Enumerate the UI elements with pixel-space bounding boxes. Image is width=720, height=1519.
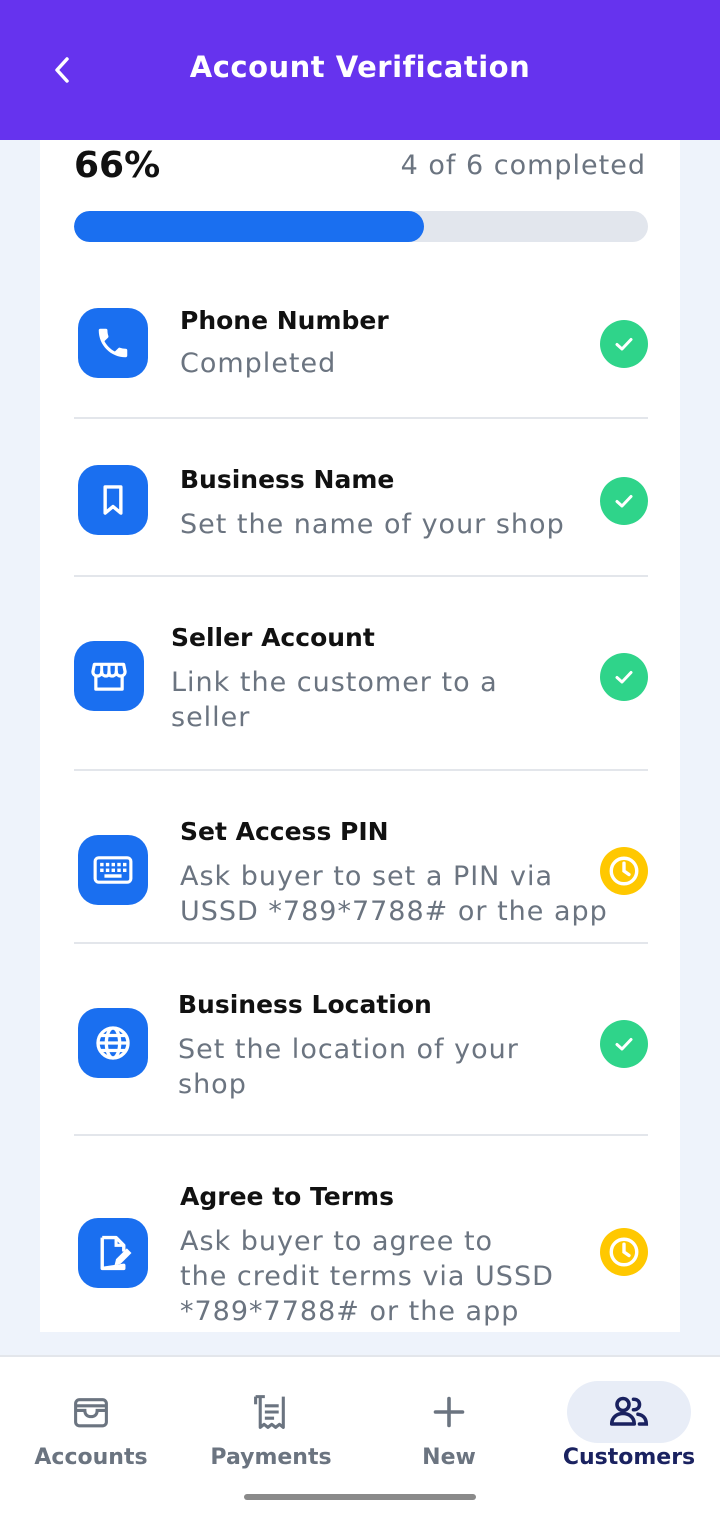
step-business-location[interactable]: Business Location Set the location of yo… bbox=[74, 944, 648, 1136]
nav-label: Payments bbox=[210, 1445, 332, 1470]
step-agree-to-terms[interactable]: Agree to Terms Ask buyer to agree to the… bbox=[74, 1136, 648, 1332]
storefront-icon bbox=[74, 641, 144, 711]
step-subtitle-line: Ask buyer to set a PIN via bbox=[180, 861, 553, 892]
step-subtitle-line: Link the customer to a bbox=[171, 667, 498, 698]
nav-item-new[interactable]: New bbox=[374, 1381, 524, 1471]
step-subtitle-line: USSD *789*7788# or the app bbox=[180, 896, 608, 927]
nav-label: Customers bbox=[562, 1445, 696, 1470]
check-icon bbox=[600, 477, 648, 525]
users-icon bbox=[567, 1381, 691, 1443]
step-title: Business Name bbox=[180, 465, 395, 494]
check-icon bbox=[600, 320, 648, 368]
verification-card: 66% 4 of 6 completed Phone Number Comple… bbox=[40, 140, 680, 1332]
clock-icon bbox=[600, 1228, 648, 1276]
step-subtitle-line: *789*7788# or the app bbox=[180, 1296, 520, 1327]
step-subtitle-line: Set the location of your bbox=[178, 1034, 519, 1065]
progress-bar bbox=[74, 211, 648, 242]
nav-item-customers[interactable]: Customers bbox=[554, 1381, 704, 1471]
nav-label: New bbox=[422, 1445, 476, 1470]
home-indicator[interactable] bbox=[244, 1494, 476, 1500]
receipt-icon bbox=[209, 1381, 333, 1443]
step-seller-account[interactable]: Seller Account Link the customer to a se… bbox=[74, 577, 648, 771]
bookmark-icon bbox=[78, 465, 148, 535]
globe-icon bbox=[78, 1008, 148, 1078]
step-title: Phone Number bbox=[180, 306, 389, 335]
step-business-name[interactable]: Business Name Set the name of your shop bbox=[74, 419, 648, 577]
wallet-icon bbox=[29, 1381, 153, 1443]
step-subtitle: Ask buyer to set a PIN via USSD *789*778… bbox=[180, 859, 608, 929]
app-header: Account Verification bbox=[0, 0, 720, 140]
check-icon bbox=[600, 1020, 648, 1068]
nav-item-payments[interactable]: Payments bbox=[196, 1381, 346, 1471]
clock-icon bbox=[600, 847, 648, 895]
phone-icon bbox=[78, 308, 148, 378]
step-subtitle-line: shop bbox=[178, 1069, 247, 1100]
step-subtitle-line: seller bbox=[171, 702, 251, 733]
progress-count: 4 of 6 completed bbox=[400, 150, 646, 181]
step-subtitle: Ask buyer to agree to the credit terms v… bbox=[180, 1224, 554, 1329]
step-subtitle-line: Ask buyer to agree to bbox=[180, 1226, 494, 1257]
page-title: Account Verification bbox=[189, 50, 531, 84]
progress-bar-fill bbox=[74, 211, 425, 242]
progress-percent: 66% bbox=[74, 145, 161, 186]
step-subtitle: Completed bbox=[180, 348, 337, 379]
step-subtitle: Link the customer to a seller bbox=[171, 665, 498, 735]
step-subtitle: Set the location of your shop bbox=[178, 1032, 519, 1102]
step-title: Seller Account bbox=[171, 623, 375, 652]
step-phone-number[interactable]: Phone Number Completed bbox=[74, 272, 648, 419]
keyboard-icon bbox=[78, 835, 148, 905]
check-icon bbox=[600, 653, 648, 701]
step-title: Business Location bbox=[178, 990, 432, 1019]
step-title: Set Access PIN bbox=[180, 817, 389, 846]
step-title: Agree to Terms bbox=[180, 1182, 394, 1211]
nav-item-accounts[interactable]: Accounts bbox=[16, 1381, 166, 1471]
step-subtitle: Set the name of your shop bbox=[180, 509, 565, 540]
step-subtitle-line: the credit terms via USSD bbox=[180, 1261, 554, 1292]
step-set-access-pin[interactable]: Set Access PIN Ask buyer to set a PIN vi… bbox=[74, 771, 648, 944]
nav-label: Accounts bbox=[34, 1445, 148, 1470]
plus-icon bbox=[387, 1381, 511, 1443]
document-edit-icon bbox=[78, 1218, 148, 1288]
